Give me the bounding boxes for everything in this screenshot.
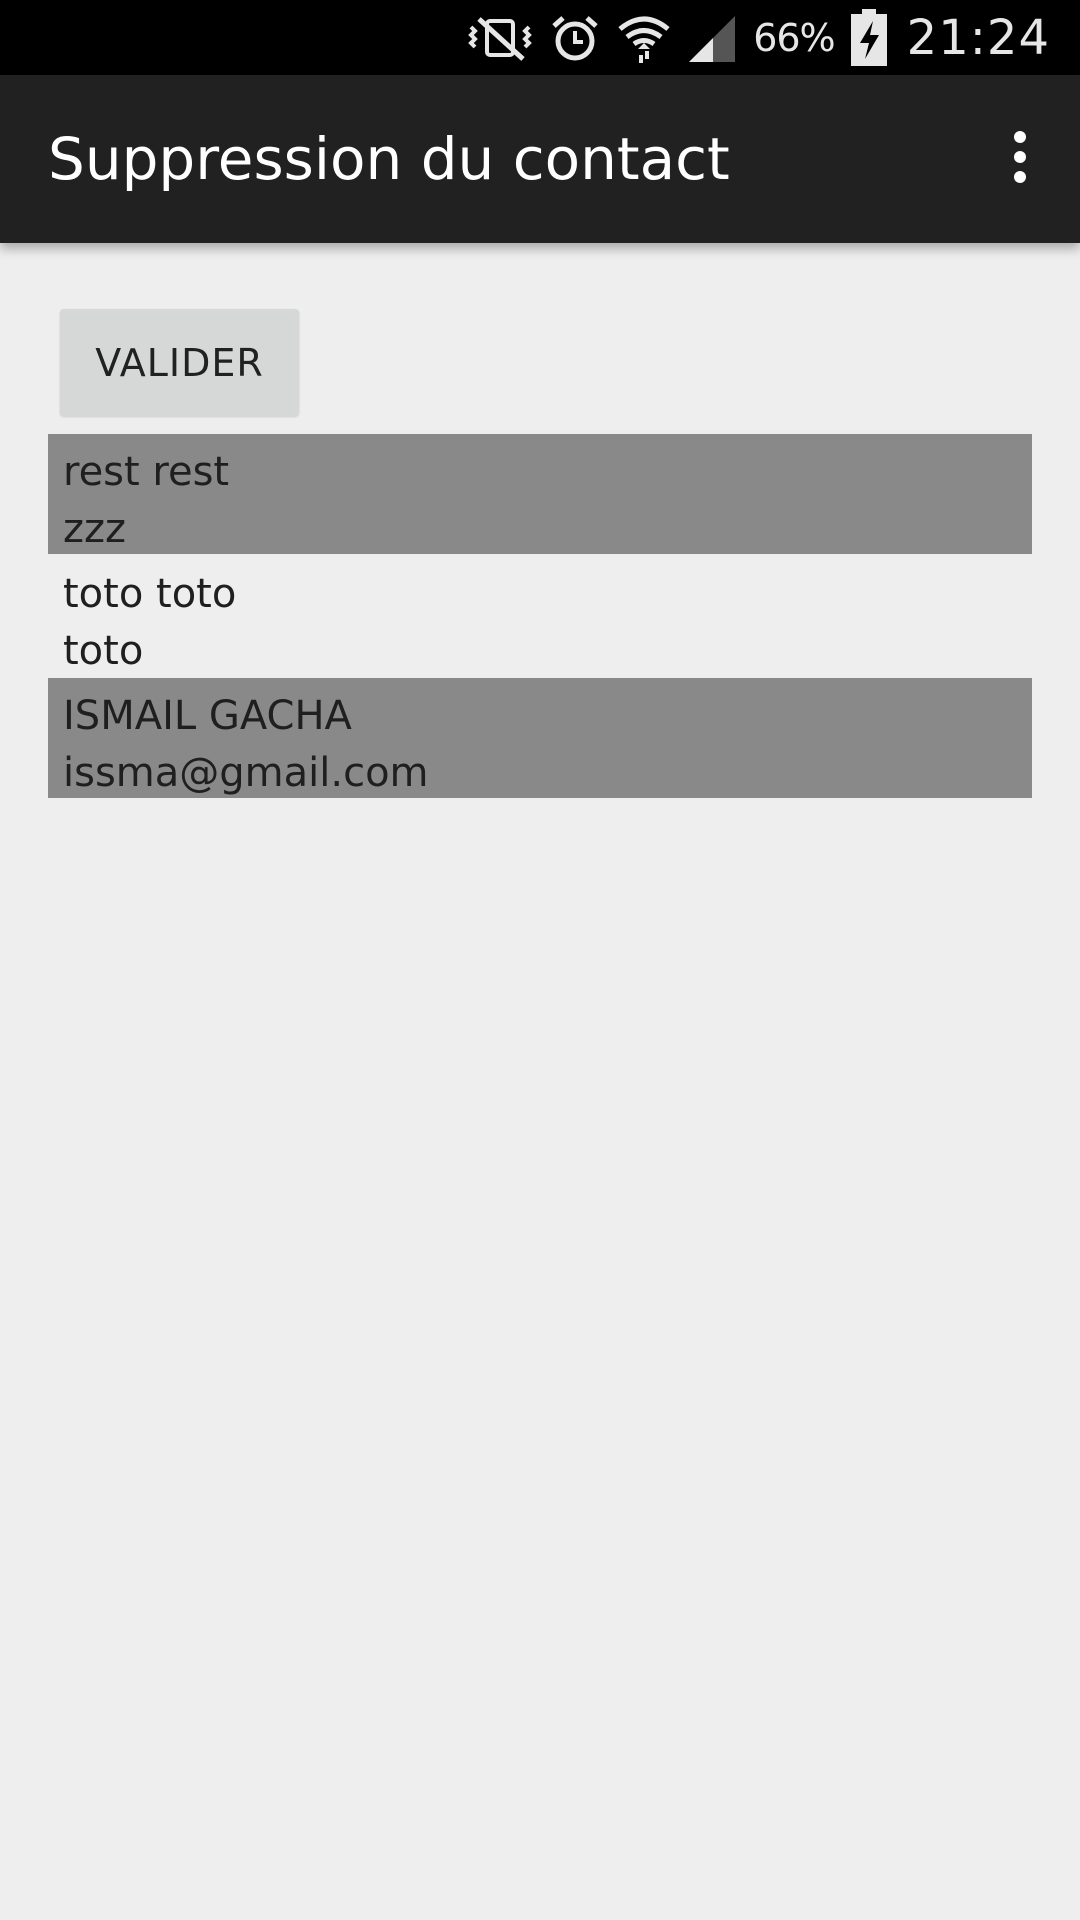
overflow-menu-icon	[1010, 129, 1030, 189]
status-icons: 66% 21:24	[465, 0, 1050, 75]
battery-percent: 66%	[753, 15, 835, 60]
contact-detail: issma@gmail.com	[63, 750, 429, 796]
action-bar: Suppression du contact	[0, 75, 1080, 243]
wifi-icon	[615, 11, 673, 65]
contact-item[interactable]: ISMAIL GACHA issma@gmail.com	[48, 678, 1032, 798]
overflow-menu-button[interactable]	[980, 119, 1060, 199]
status-bar: 66% 21:24	[0, 0, 1080, 75]
page-title: Suppression du contact	[48, 125, 730, 193]
status-clock: 21:24	[906, 9, 1050, 66]
battery-charging-icon	[849, 8, 889, 67]
alarm-icon	[549, 12, 601, 64]
vibrate-off-icon	[465, 13, 535, 63]
contact-name: ISMAIL GACHA	[63, 693, 352, 739]
cell-signal-icon	[687, 12, 739, 64]
contact-detail: zzz	[63, 506, 126, 552]
contact-item[interactable]: toto toto toto	[48, 556, 1032, 676]
contact-list: rest rest zzz toto toto toto ISMAIL GACH…	[48, 434, 1032, 800]
validate-button[interactable]: VALIDER	[60, 309, 299, 416]
contact-item[interactable]: rest rest zzz	[48, 434, 1032, 554]
contact-name: toto toto	[63, 571, 237, 617]
contact-detail: toto	[63, 628, 144, 674]
contact-name: rest rest	[63, 449, 230, 495]
